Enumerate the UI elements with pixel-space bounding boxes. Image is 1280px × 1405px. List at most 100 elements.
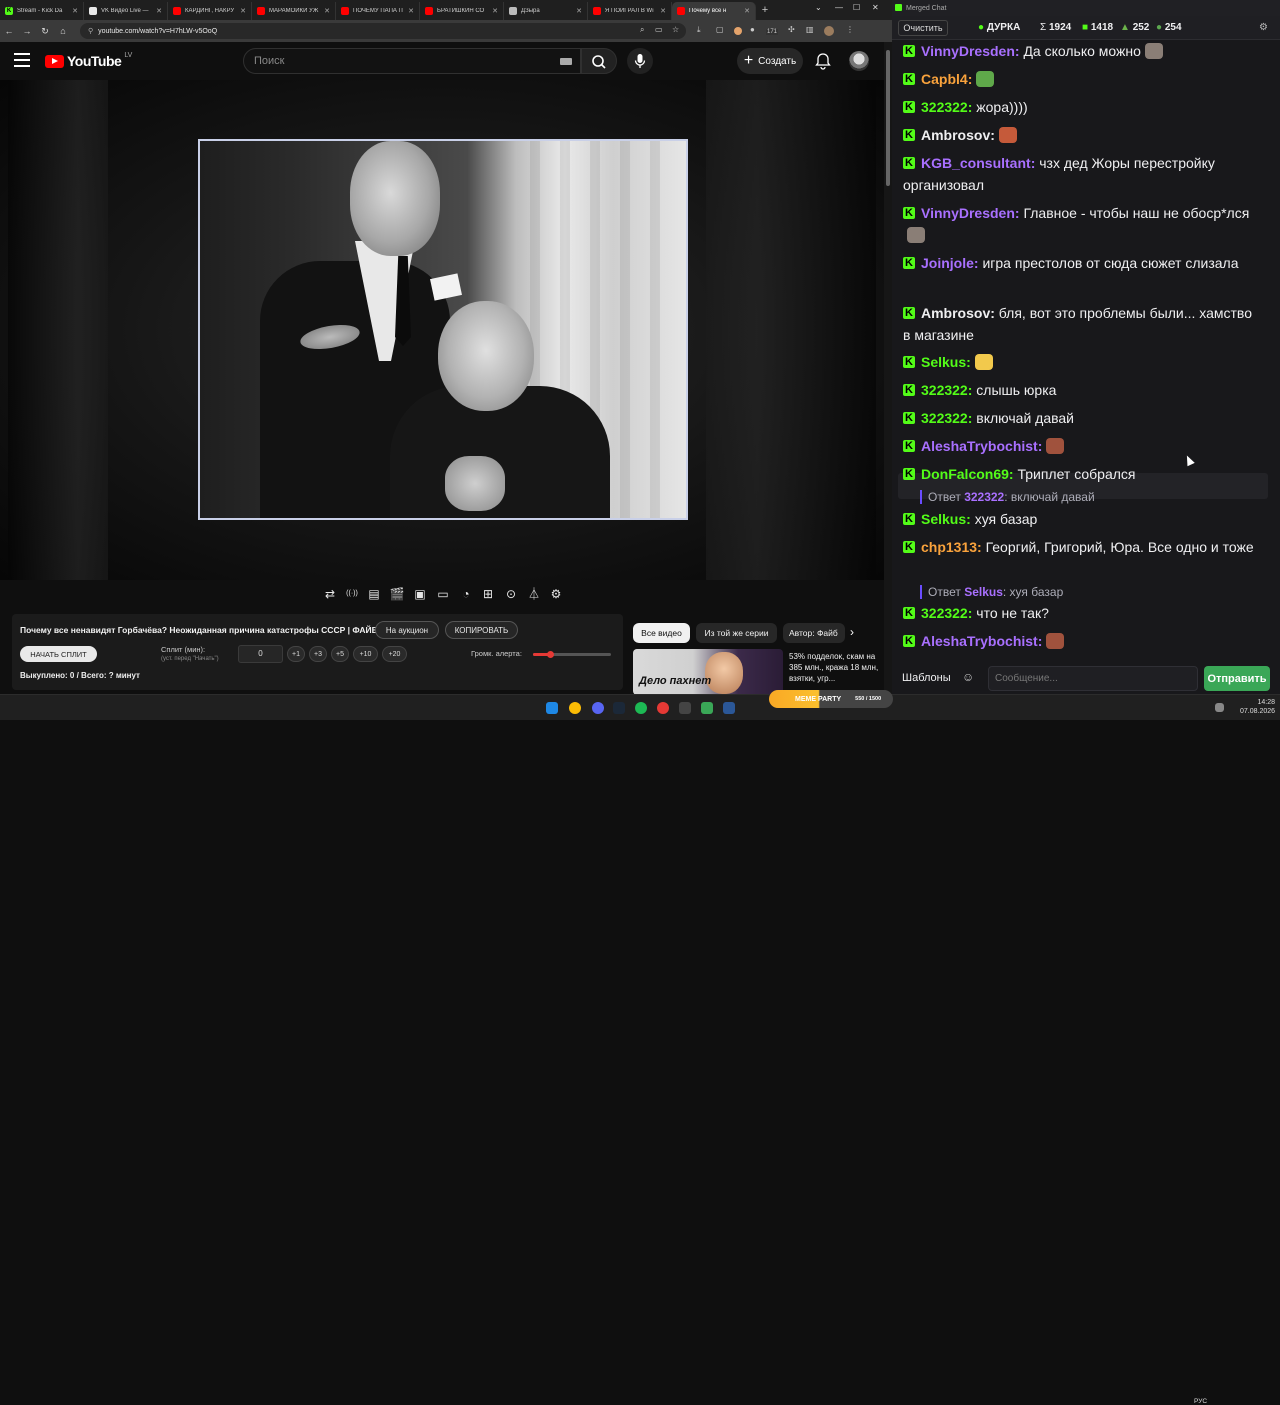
- chat-username[interactable]: DonFalcon69: [921, 466, 1009, 482]
- chat-message[interactable]: AleshaTrybochist:: [903, 435, 1263, 457]
- camera-icon[interactable]: ⊙: [503, 588, 519, 600]
- video-player[interactable]: [0, 80, 884, 580]
- tab-close-icon[interactable]: ✕: [72, 7, 78, 15]
- puzzle-icon[interactable]: ✣: [788, 25, 795, 34]
- increment-20-button[interactable]: +20: [382, 646, 407, 662]
- steam-icon[interactable]: [613, 702, 625, 714]
- app-green-icon[interactable]: [701, 702, 713, 714]
- templates-button[interactable]: Шаблоны: [902, 672, 951, 684]
- browser-tab[interactable]: МАРАМОЙКИ УЖ ✕: [252, 2, 336, 20]
- reply-reference[interactable]: Ответ 322322: включай давай: [920, 490, 1095, 504]
- gear-icon[interactable]: ⚙: [548, 588, 564, 600]
- clear-chat-button[interactable]: Очистить: [898, 20, 948, 36]
- clapper-icon[interactable]: 🎬: [389, 588, 405, 600]
- loop-icon[interactable]: ⇄: [322, 588, 338, 600]
- back-icon[interactable]: ←: [0, 26, 18, 36]
- auction-button[interactable]: На аукцион: [375, 621, 439, 639]
- input-language[interactable]: РУС: [1194, 1398, 1207, 1405]
- browser-tab[interactable]: Почему все н ✕: [672, 2, 756, 20]
- playlist-icon[interactable]: ▤: [366, 588, 382, 600]
- address-bar[interactable]: ⚲ youtube.com/watch?v=H7hLW-v5OoQ: [80, 23, 686, 39]
- windows-start-icon[interactable]: [546, 702, 558, 714]
- tab-close-icon[interactable]: ✕: [660, 7, 666, 15]
- chat-username[interactable]: Capbl4: [921, 71, 968, 87]
- split-minutes-input[interactable]: 0: [238, 645, 283, 663]
- subtitles-icon[interactable]: ▭: [435, 588, 451, 600]
- chat-username[interactable]: VinnyDresden: [921, 43, 1015, 59]
- browser-tab[interactable]: КАРДИНГ, НАКРУ ✕: [168, 2, 252, 20]
- increment-10-button[interactable]: +10: [353, 646, 378, 662]
- chat-username[interactable]: KGB_consultant: [921, 155, 1031, 171]
- browser-tab[interactable]: Я ПОИГРАЛ В Wi ✕: [588, 2, 672, 20]
- chat-message[interactable]: Selkus:: [903, 351, 1263, 373]
- chat-username[interactable]: AleshaTrybochist: [921, 438, 1038, 454]
- download-icon[interactable]: ⤓: [697, 25, 701, 35]
- meme-party-widget[interactable]: MEME PARTY 550 / 1500: [769, 690, 893, 708]
- system-clock[interactable]: 14:28 07.08.2026: [1240, 698, 1275, 716]
- app-icon[interactable]: [679, 702, 691, 714]
- extension-avatar-icon[interactable]: [734, 27, 742, 35]
- close-window-icon[interactable]: ✕: [872, 3, 879, 12]
- chip-author[interactable]: Автор: Файб: [783, 623, 845, 643]
- site-info-icon[interactable]: ⚲: [88, 27, 93, 35]
- chat-message[interactable]: 322322: включай давай: [903, 407, 1263, 429]
- chevron-right-icon[interactable]: ›: [850, 625, 854, 639]
- browser-tab[interactable]: K Stream - Kick Da ✕: [0, 2, 84, 20]
- tab-close-icon[interactable]: ✕: [324, 7, 330, 15]
- increment-5-button[interactable]: +5: [331, 646, 349, 662]
- chat-message[interactable]: DonFalcon69: Триплет собрался: [903, 463, 1263, 485]
- bookmark-star-icon[interactable]: ☆: [672, 25, 679, 34]
- reply-reference[interactable]: Ответ Selkus: хуя базар: [920, 585, 1063, 599]
- chat-username[interactable]: 322322: [921, 605, 968, 621]
- chat-message[interactable]: Joinjole: игра престолов от сюда сюжет с…: [903, 252, 1263, 274]
- chat-username[interactable]: 322322: [921, 410, 968, 426]
- message-input[interactable]: Сообщение...: [988, 666, 1198, 691]
- chat-username[interactable]: 322322: [921, 382, 968, 398]
- chat-message[interactable]: Capbl4:: [903, 68, 1263, 90]
- start-split-button[interactable]: НАЧАТЬ СПЛИТ: [20, 646, 97, 662]
- frame-icon[interactable]: ▣: [412, 588, 428, 600]
- chat-settings-icon[interactable]: ⚙: [1259, 22, 1268, 33]
- chat-message[interactable]: Selkus: хуя базар: [903, 508, 1263, 530]
- related-video-title[interactable]: 53% подделок, скам на 385 млн., кража 18…: [789, 651, 879, 684]
- chat-username[interactable]: Ambrosov: [921, 305, 990, 321]
- home-icon[interactable]: ⌂: [54, 26, 72, 36]
- network-icon[interactable]: [1215, 703, 1224, 712]
- increment-1-button[interactable]: +1: [287, 646, 305, 662]
- add-icon[interactable]: ⊞: [480, 588, 496, 600]
- chat-message[interactable]: 322322: слышь юрка: [903, 379, 1263, 401]
- chat-message-list[interactable]: VinnyDresden: Да сколько можно Capbl4: 322…: [892, 40, 1268, 662]
- emoji-icon[interactable]: ☺: [962, 670, 978, 686]
- page-scrollbar-thumb[interactable]: [886, 50, 890, 186]
- extension-dark-icon[interactable]: ●: [750, 25, 755, 34]
- sidebar-icon[interactable]: ▥: [806, 25, 814, 34]
- chip-all-videos[interactable]: Все видео: [633, 623, 690, 643]
- app-blue-icon[interactable]: [723, 702, 735, 714]
- chat-message[interactable]: Ambrosov:: [903, 124, 1263, 146]
- chat-username[interactable]: Joinjole: [921, 255, 974, 271]
- alert-volume-slider[interactable]: [533, 651, 611, 658]
- chat-username[interactable]: Selkus: [921, 511, 966, 527]
- chip-same-series[interactable]: Из той же серии: [696, 623, 777, 643]
- search-input[interactable]: Поиск: [243, 48, 581, 74]
- search-button[interactable]: [581, 48, 617, 74]
- flask-icon[interactable]: ⏃: [526, 588, 542, 600]
- spotify-icon[interactable]: [635, 702, 647, 714]
- extension-badge[interactable]: 171: [766, 29, 779, 35]
- browser-tab[interactable]: БРАТИШКИН СО ✕: [420, 2, 504, 20]
- zoom-icon[interactable]: ⌕: [640, 25, 644, 35]
- maximize-icon[interactable]: ☐: [853, 3, 860, 12]
- tab-close-icon[interactable]: ✕: [156, 7, 162, 15]
- reload-icon[interactable]: ↻: [36, 26, 54, 37]
- chat-username[interactable]: Selkus: [921, 354, 966, 370]
- chat-username[interactable]: Ambrosov: [921, 127, 990, 143]
- minimize-icon[interactable]: —: [835, 3, 843, 12]
- cast-icon[interactable]: ▭: [655, 25, 663, 34]
- voice-search-button[interactable]: [627, 48, 653, 74]
- tab-close-icon[interactable]: ✕: [408, 7, 414, 15]
- extension-icon[interactable]: ▢: [716, 25, 724, 34]
- chat-message[interactable]: VinnyDresden: Да сколько можно: [903, 40, 1263, 62]
- new-tab-button[interactable]: +: [756, 4, 774, 16]
- send-button[interactable]: Отправить: [1204, 666, 1270, 691]
- chat-username[interactable]: VinnyDresden: [921, 205, 1015, 221]
